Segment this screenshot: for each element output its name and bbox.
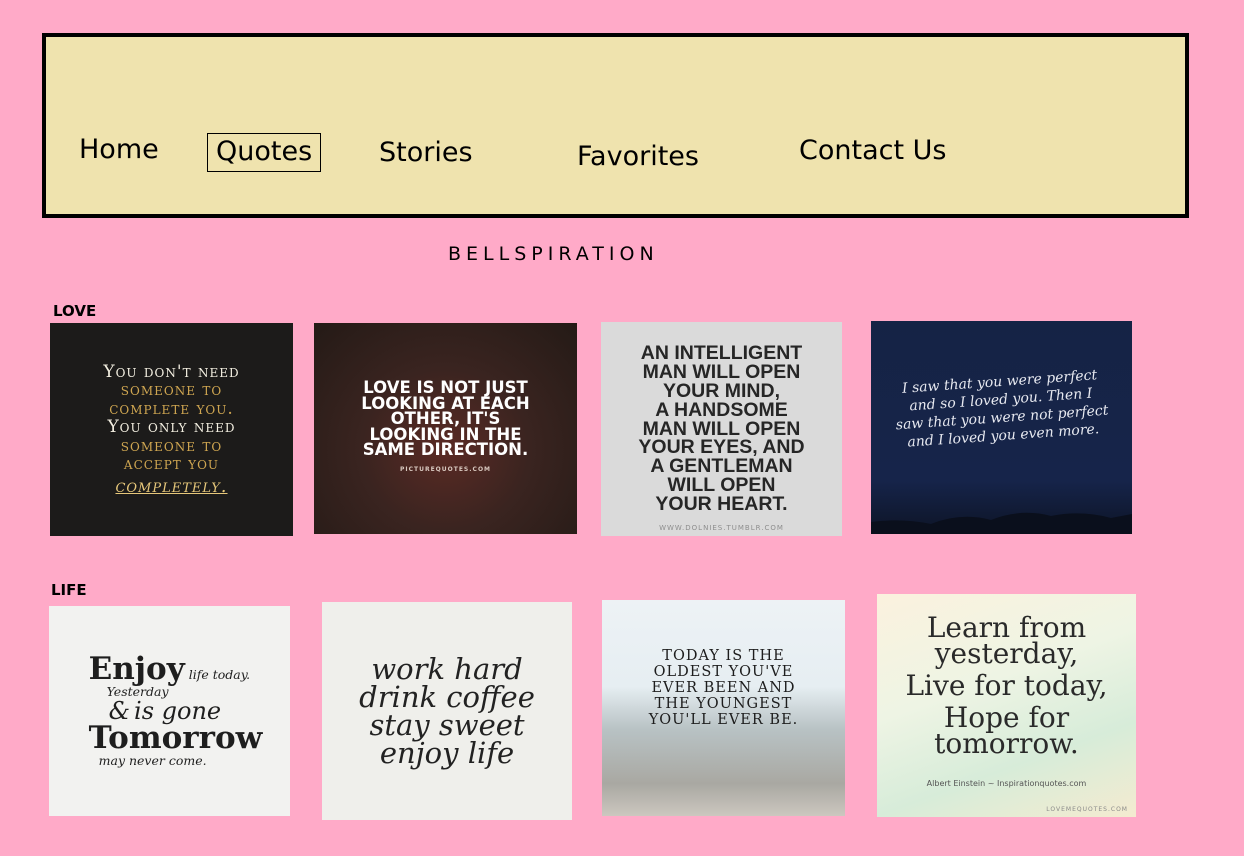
- quote-line: EVER BEEN AND: [651, 680, 796, 696]
- love-quote-image-3[interactable]: AN INTELLIGENT MAN WILL OPEN YOUR MIND, …: [601, 322, 842, 536]
- quote-line: enjoy life: [379, 736, 515, 770]
- love-quote-image-4[interactable]: I saw that you were perfect and so I lov…: [871, 321, 1132, 534]
- quote-line: work hard: [371, 652, 523, 686]
- quote-line: Tomorrow: [88, 720, 263, 756]
- life-quote-image-3[interactable]: TODAY IS THE OLDEST YOU'VE EVER BEEN AND…: [602, 600, 845, 816]
- quote-line: You only need: [107, 417, 236, 438]
- quote-text: I saw that you were perfect and so I lov…: [893, 366, 1110, 453]
- life-quote-image-4[interactable]: Learn from yesterday, Live for today, Ho…: [877, 594, 1136, 817]
- quote-text: AN INTELLIGENT MAN WILL OPEN YOUR MIND, …: [638, 344, 804, 515]
- quote-line: someone to: [120, 435, 223, 456]
- life-quote-image-2[interactable]: work hard drink coffee stay sweet enjoy …: [322, 602, 572, 820]
- quote-text: Love is not just looking at each other, …: [361, 380, 529, 477]
- quote-line: someone to: [120, 380, 223, 401]
- image-credit: WWW.DOLNIES.TUMBLR.COM: [659, 524, 784, 532]
- section-label-life: LIFE: [51, 581, 87, 599]
- quote-line: completely.: [115, 475, 228, 497]
- quote-line: OLDEST YOU'VE: [653, 664, 794, 680]
- navigation-bar: [42, 33, 1189, 218]
- love-quote-image-1[interactable]: You don't need someone to complete you. …: [50, 323, 293, 536]
- quote-line: TODAY IS THE: [662, 648, 785, 664]
- quote-line: same direction.: [362, 440, 529, 459]
- nav-contact-us-link[interactable]: Contact Us: [799, 135, 946, 166]
- quote-line: THE YOUNGEST: [654, 696, 793, 712]
- image-credit: PictureQuotes.com: [399, 465, 492, 473]
- nav-home-link[interactable]: Home: [79, 134, 159, 165]
- quote-line: may never come.: [98, 753, 207, 768]
- quote-row: Enjoy life today.: [88, 651, 251, 687]
- treeline-silhouette: [871, 512, 1132, 534]
- quote-author: Albert Einstein ~ Inspirationquotes.com: [926, 778, 1087, 788]
- quote-text: TODAY IS THE OLDEST YOU'VE EVER BEEN AND…: [649, 648, 799, 728]
- nav-stories-link[interactable]: Stories: [379, 137, 473, 168]
- love-quote-image-2[interactable]: Love is not just looking at each other, …: [314, 323, 577, 534]
- quote-text: work hard drink coffee stay sweet enjoy …: [359, 652, 535, 770]
- quote-line: YOU'LL EVER BE.: [648, 712, 799, 728]
- quote-text: Enjoy life today. Yesterday & is gone To…: [77, 651, 263, 769]
- quote-line: A HANDSOME: [655, 398, 788, 421]
- section-label-love: LOVE: [53, 302, 97, 320]
- quote-line: stay sweet: [369, 708, 525, 742]
- quote-line: life today.: [188, 667, 251, 682]
- quote-line: WILL OPEN: [667, 473, 776, 496]
- quote-text: Learn from yesterday, Live for today, Ho…: [905, 613, 1108, 797]
- quote-line: complete you.: [109, 398, 234, 419]
- quote-line: YOUR MIND,: [662, 380, 780, 402]
- nav-quotes-link[interactable]: Quotes: [207, 133, 322, 172]
- life-quote-image-1[interactable]: Enjoy life today. Yesterday & is gone To…: [49, 606, 290, 816]
- quote-line: You don't need: [103, 361, 240, 382]
- nav-favorites-link[interactable]: Favorites: [577, 141, 699, 172]
- quote-line: Live for today,: [905, 668, 1108, 702]
- quote-line: accept you: [123, 454, 220, 475]
- quote-line: drink coffee: [359, 680, 535, 714]
- image-credit: LOVEMEQUOTES.COM: [1046, 806, 1128, 813]
- quote-line: tomorrow.: [934, 726, 1079, 760]
- quote-line: Enjoy: [88, 651, 185, 687]
- site-title: BELLSPIRATION: [448, 243, 659, 265]
- quote-line: YOUR HEART.: [655, 492, 788, 515]
- quote-line: yesterday,: [934, 636, 1079, 670]
- quote-text: You don't need someone to complete you. …: [103, 363, 239, 497]
